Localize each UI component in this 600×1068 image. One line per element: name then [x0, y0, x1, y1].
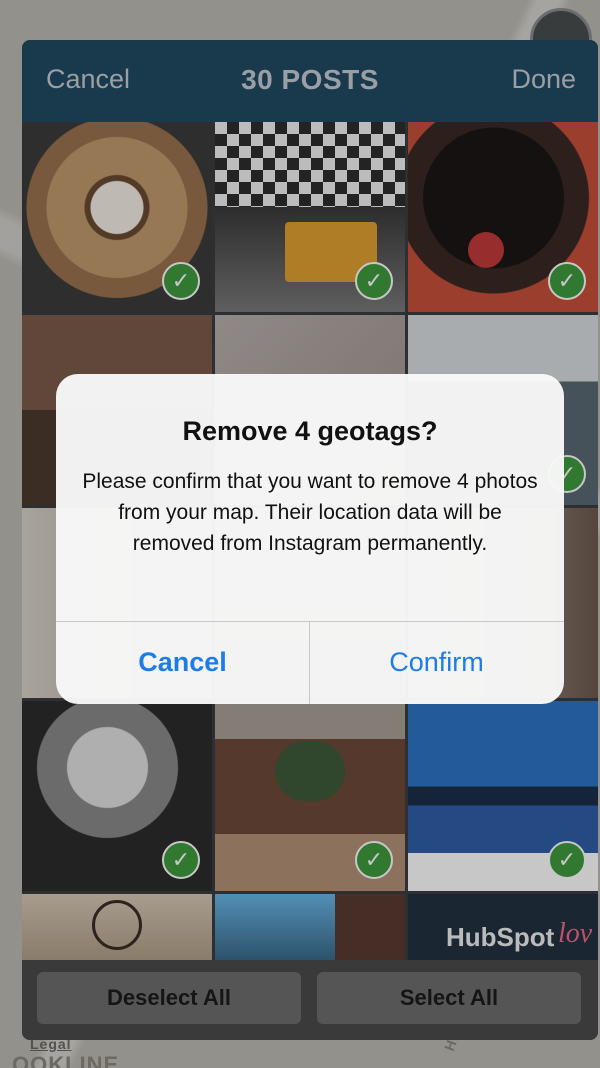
confirm-alert-dialog: Remove 4 geotags? Please confirm that yo…: [56, 374, 564, 704]
alert-confirm-button[interactable]: Confirm: [310, 621, 563, 704]
alert-cancel-button[interactable]: Cancel: [56, 621, 309, 704]
alert-message: Please confirm that you want to remove 4…: [82, 470, 538, 555]
alert-title: Remove 4 geotags?: [182, 416, 438, 446]
